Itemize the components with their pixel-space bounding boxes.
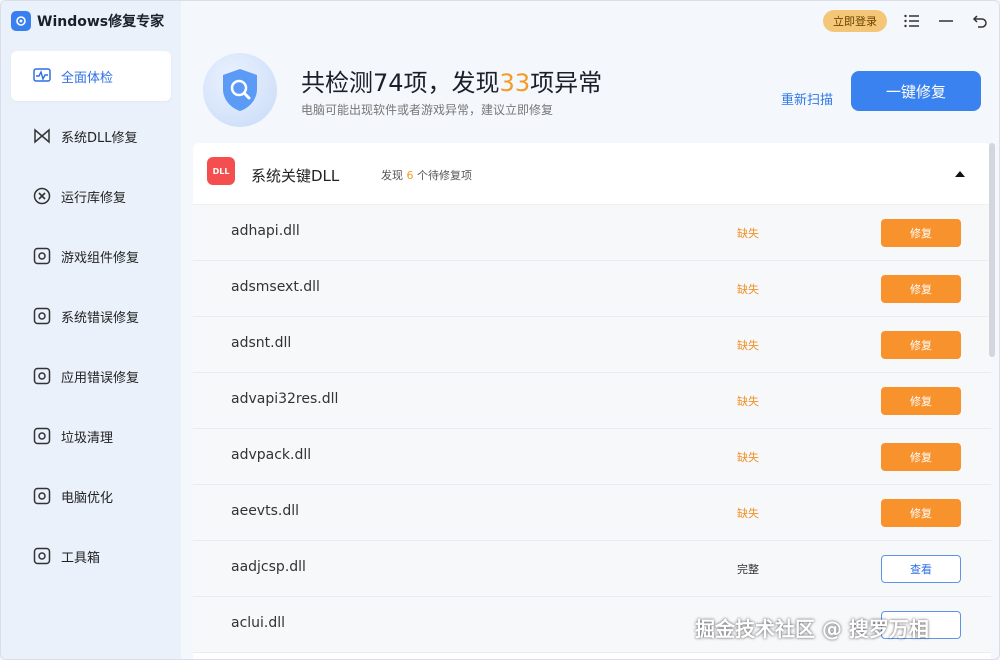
abnormal-count: 33 [499, 69, 531, 97]
sidebar-item-dll-repair[interactable]: 系统DLL修复 [11, 111, 171, 161]
app-logo-icon [11, 11, 31, 31]
table-row: aeevts.dll 缺失 修复 [193, 485, 991, 541]
results-panel: DLL 系统关键DLL 发现 6 个待修复项 adhapi.dll 缺失 修复 [193, 143, 991, 659]
table-row: aadjcsp.dll 完整 查看 [193, 541, 991, 597]
sidebar-item-system-error-repair[interactable]: 系统错误修复 [11, 291, 171, 341]
summary-mid: 项，发现 [403, 69, 500, 97]
total-count: 74 [373, 69, 404, 97]
gear-square-icon [33, 367, 51, 385]
count-suffix: 个待修复项 [417, 169, 472, 182]
dll-filename: adhapi.dll [231, 223, 300, 239]
sidebar-nav: 全面体检 系统DLL修复 运行库修复 游戏组件修复 系统错误修复 应用错误修复 … [11, 51, 171, 591]
main-content: 共检测74项，发现33项异常 电脑可能出现软件或者游戏异常，建议立即修复 重新扫… [181, 1, 999, 659]
gear-square-icon [33, 547, 51, 565]
status-label: 缺失 [737, 339, 759, 352]
watermark-text: 掘金技术社区 @ 搜罗万相 [695, 617, 929, 641]
sidebar-item-label: 工具箱 [61, 550, 101, 566]
section-header[interactable]: DLL 系统关键DLL 发现 6 个待修复项 [193, 143, 991, 205]
dll-filename: aadjcsp.dll [231, 559, 306, 575]
status-label: 缺失 [737, 283, 759, 296]
sidebar-item-label: 游戏组件修复 [61, 250, 140, 266]
dll-filename: adsnt.dll [231, 335, 292, 351]
status-label: 缺失 [737, 395, 759, 408]
dll-filename: adsmsext.dll [231, 279, 320, 295]
sidebar-item-game-repair[interactable]: 游戏组件修复 [11, 231, 171, 281]
sidebar-item-app-error-repair[interactable]: 应用错误修复 [11, 351, 171, 401]
table-row: advapi32res.dll 缺失 修复 [193, 373, 991, 429]
section-count: 发现 6 个待修复项 [381, 167, 472, 183]
fix-all-button[interactable]: 一键修复 [851, 71, 981, 111]
gear-square-icon [33, 247, 51, 265]
dll-filename: advapi32res.dll [231, 391, 339, 407]
status-label: 完整 [737, 563, 759, 576]
gear-square-icon [33, 487, 51, 505]
sidebar-item-label: 应用错误修复 [61, 370, 140, 386]
status-label: 缺失 [737, 507, 759, 520]
dll-list: adhapi.dll 缺失 修复 adsmsext.dll 缺失 修复 adsn… [193, 205, 991, 653]
app-title-text: Windows修复专家 [37, 14, 165, 30]
bowtie-icon [33, 127, 51, 145]
table-row: advpack.dll 缺失 修复 [193, 429, 991, 485]
app-title: Windows修复专家 [11, 9, 164, 33]
sidebar-item-pc-optimize[interactable]: 电脑优化 [11, 471, 171, 521]
summary-prefix: 共检测 [301, 69, 373, 97]
sidebar-item-label: 垃圾清理 [61, 430, 114, 446]
sidebar-item-junk-cleanup[interactable]: 垃圾清理 [11, 411, 171, 461]
gear-square-icon [33, 307, 51, 325]
count-prefix: 发现 [381, 169, 403, 182]
summary-suffix: 项异常 [530, 69, 603, 97]
section-title: 系统关键DLL [251, 167, 340, 185]
x-circle-icon [33, 187, 51, 205]
pending-count: 6 [406, 169, 414, 182]
sidebar-item-full-checkup[interactable]: 全面体检 [11, 51, 171, 101]
scrollbar-thumb[interactable] [989, 143, 995, 357]
sidebar-item-label: 全面体检 [61, 70, 114, 86]
dll-filename: advpack.dll [231, 447, 312, 463]
collapse-triangle-icon[interactable] [953, 167, 967, 181]
sidebar-item-toolbox[interactable]: 工具箱 [11, 531, 171, 581]
table-row: adsnt.dll 缺失 修复 [193, 317, 991, 373]
status-label: 缺失 [737, 227, 759, 240]
rescan-link[interactable]: 重新扫描 [781, 89, 833, 108]
dll-filename: aeevts.dll [231, 503, 299, 519]
repair-button[interactable]: 修复 [881, 331, 961, 359]
table-row: adsmsext.dll 缺失 修复 [193, 261, 991, 317]
sidebar-item-label: 系统DLL修复 [61, 130, 138, 146]
sidebar: Windows修复专家 全面体检 系统DLL修复 运行库修复 游戏组件修复 系统… [1, 1, 181, 659]
dll-file-icon: DLL [207, 157, 235, 185]
view-button[interactable]: 查看 [881, 555, 961, 583]
scan-subtitle: 电脑可能出现软件或者游戏异常，建议立即修复 [301, 103, 554, 117]
sidebar-item-label: 系统错误修复 [61, 310, 140, 326]
table-row: adhapi.dll 缺失 修复 [193, 205, 991, 261]
pulse-monitor-icon [33, 67, 51, 85]
gear-square-icon [33, 427, 51, 445]
sidebar-item-label: 运行库修复 [61, 190, 127, 206]
sidebar-item-label: 电脑优化 [61, 490, 114, 506]
sidebar-item-runtime-repair[interactable]: 运行库修复 [11, 171, 171, 221]
shield-search-icon [203, 53, 277, 127]
repair-button[interactable]: 修复 [881, 499, 961, 527]
app-window: Windows修复专家 全面体检 系统DLL修复 运行库修复 游戏组件修复 系统… [0, 0, 1000, 660]
repair-button[interactable]: 修复 [881, 275, 961, 303]
dll-filename: aclui.dll [231, 615, 286, 631]
repair-button[interactable]: 修复 [881, 387, 961, 415]
repair-button[interactable]: 修复 [881, 219, 961, 247]
scan-summary: 共检测74项，发现33项异常 [301, 63, 602, 98]
repair-button[interactable]: 修复 [881, 443, 961, 471]
status-label: 缺失 [737, 451, 759, 464]
